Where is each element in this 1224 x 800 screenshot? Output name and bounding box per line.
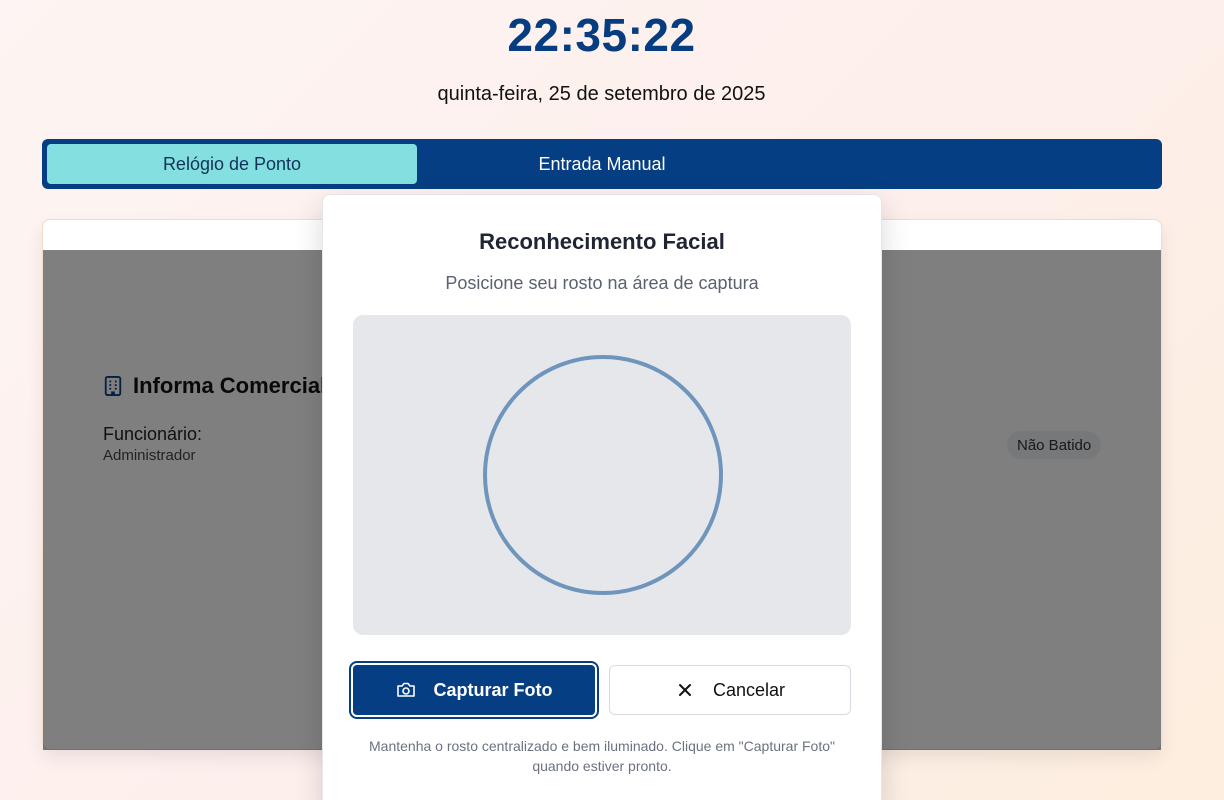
face-guide-circle bbox=[483, 355, 723, 595]
camera-icon bbox=[396, 680, 416, 700]
tab-entrada-manual[interactable]: Entrada Manual bbox=[417, 144, 787, 184]
camera-capture-area bbox=[353, 315, 851, 635]
mode-tabs: Relógio de Ponto Entrada Manual bbox=[42, 139, 1162, 189]
capture-instructions: Mantenha o rosto centralizado e bem ilum… bbox=[369, 738, 835, 774]
clock-time: 22:35:22 bbox=[507, 9, 696, 61]
dialog-title: Reconhecimento Facial bbox=[479, 229, 725, 254]
cancel-button[interactable]: Cancelar bbox=[609, 665, 851, 715]
cancel-label: Cancelar bbox=[712, 679, 786, 700]
tab-relogio-de-ponto[interactable]: Relógio de Ponto bbox=[47, 144, 417, 184]
capture-photo-button[interactable]: Capturar Foto bbox=[349, 661, 599, 719]
capture-photo-label: Capturar Foto bbox=[433, 679, 553, 700]
facial-recognition-dialog: Reconhecimento Facial Posicione seu rost… bbox=[322, 194, 882, 800]
dialog-subtitle: Posicione seu rosto na área de captura bbox=[445, 273, 759, 293]
current-date: quinta-feira, 25 de setembro de 2025 bbox=[437, 83, 766, 105]
close-icon bbox=[675, 680, 695, 700]
